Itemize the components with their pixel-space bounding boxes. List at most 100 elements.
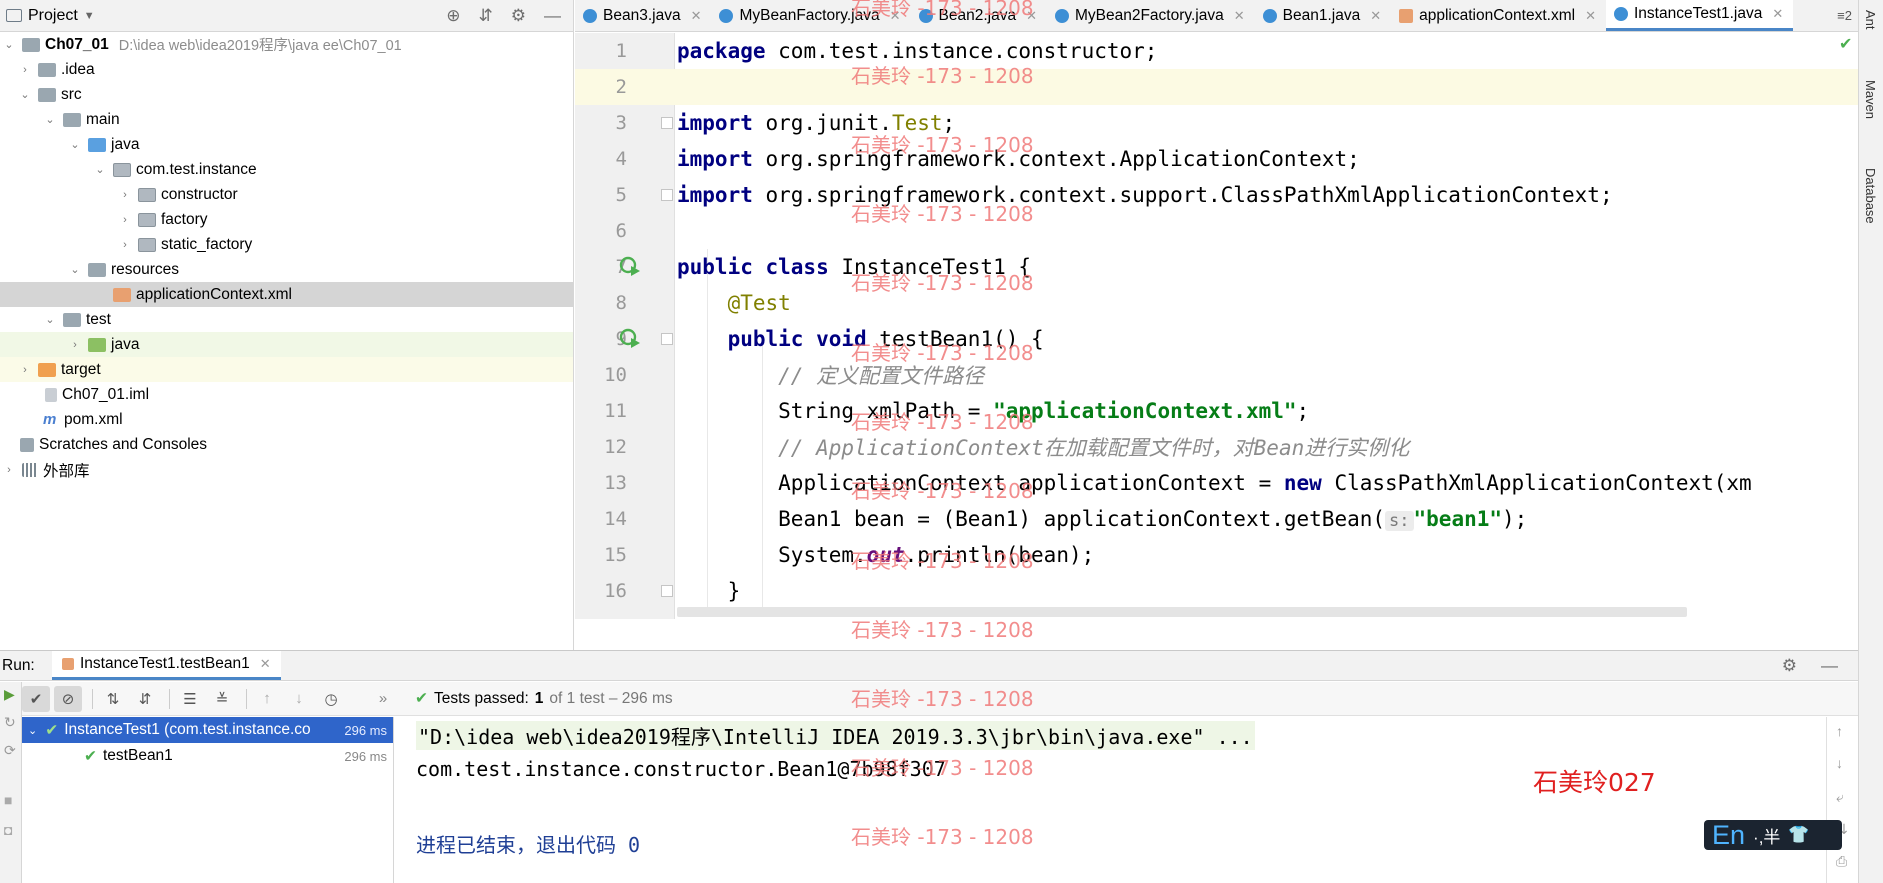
tool-window-database[interactable]: Database xyxy=(1863,168,1878,224)
horizontal-scrollbar[interactable] xyxy=(677,607,1687,617)
more-actions-icon[interactable]: » xyxy=(369,686,397,712)
tree-item-package-instance[interactable]: ⌄ com.test.instance xyxy=(0,157,573,182)
chevron-down-icon[interactable]: ⌄ xyxy=(28,724,37,737)
fold-marker-icon[interactable] xyxy=(661,189,673,201)
code-line: 5 import org.springframework.context.sup… xyxy=(575,177,1858,213)
tab-applicationcontext-xml[interactable]: applicationContext.xml ✕ xyxy=(1391,0,1606,31)
tab-bean1[interactable]: Bean1.java ✕ xyxy=(1255,0,1391,31)
scroll-up-icon[interactable]: ↑ xyxy=(1836,723,1843,739)
minimize-icon[interactable]: — xyxy=(1821,656,1838,676)
code-editor[interactable]: 1 package com.test.instance.constructor;… xyxy=(575,33,1858,619)
chevron-right-icon[interactable]: › xyxy=(118,239,132,251)
chevron-right-icon[interactable]: › xyxy=(68,339,82,351)
tree-item-resources[interactable]: ⌄ resources xyxy=(0,257,573,282)
run-tab[interactable]: InstanceTest1.testBean1 ✕ xyxy=(52,651,281,680)
tabs-overflow-button[interactable]: ≡2 xyxy=(1831,0,1858,31)
line-number: 10 xyxy=(604,364,627,386)
chevron-right-icon[interactable]: › xyxy=(18,64,32,76)
test-folder-icon xyxy=(88,337,106,352)
tree-item-idea[interactable]: › .idea xyxy=(0,57,573,82)
tree-item-external-libraries[interactable]: › 外部库 xyxy=(0,457,573,482)
tree-item-applicationcontext-xml[interactable]: applicationContext.xml xyxy=(0,282,573,307)
chevron-down-icon[interactable]: ⌄ xyxy=(93,163,107,176)
expand-all-icon[interactable]: ☰ xyxy=(176,686,204,712)
tree-item-pom[interactable]: m pom.xml xyxy=(0,407,573,432)
locate-icon[interactable]: ⊕ xyxy=(446,6,460,26)
next-test-icon[interactable]: ↓ xyxy=(285,686,313,712)
toggle-auto-test-icon[interactable]: ⟳ xyxy=(4,742,16,759)
chevron-right-icon[interactable]: › xyxy=(18,364,32,376)
sort-duration-icon[interactable]: ⇵ xyxy=(131,686,159,712)
tool-window-ant[interactable]: Ant xyxy=(1863,10,1878,30)
tab-bean3[interactable]: Bean3.java ✕ xyxy=(575,0,711,31)
tree-item-src[interactable]: ⌄ src xyxy=(0,82,573,107)
tab-mybean2factory[interactable]: MyBean2Factory.java ✕ xyxy=(1047,0,1255,31)
status-count: 1 xyxy=(534,689,544,707)
minimize-icon[interactable]: — xyxy=(544,6,561,26)
stop-icon[interactable]: ■ xyxy=(4,792,12,808)
chevron-right-icon[interactable]: › xyxy=(118,189,132,201)
toolbar-separator xyxy=(92,688,93,709)
previous-test-icon[interactable]: ↑ xyxy=(253,686,281,712)
tool-window-maven[interactable]: Maven xyxy=(1863,80,1878,119)
chevron-down-icon[interactable]: ⌄ xyxy=(43,313,57,326)
console-output[interactable]: "D:\idea web\idea2019程序\IntelliJ IDEA 20… xyxy=(396,717,1826,883)
soft-wrap-icon[interactable]: ⤶ xyxy=(1836,789,1844,806)
ime-indicator[interactable]: En ·,半 👕 xyxy=(1704,820,1842,850)
print-icon[interactable]: ⎙ xyxy=(1836,853,1847,870)
show-ignored-icon[interactable]: ⊘ xyxy=(54,685,82,712)
test-history-icon[interactable]: ◷ xyxy=(317,686,345,712)
tree-item-main[interactable]: ⌄ main xyxy=(0,107,573,132)
tree-item-java-main[interactable]: ⌄ java xyxy=(0,132,573,157)
chevron-down-icon[interactable]: ⌄ xyxy=(18,88,32,101)
gear-icon[interactable]: ⚙ xyxy=(511,6,526,26)
collapse-all-icon[interactable]: ≚ xyxy=(208,686,236,712)
close-icon[interactable]: ✕ xyxy=(1772,6,1783,22)
fold-marker-icon[interactable] xyxy=(661,117,673,129)
chevron-right-icon[interactable]: › xyxy=(118,214,132,226)
close-icon[interactable]: ✕ xyxy=(1370,8,1381,24)
tab-instancetest1[interactable]: InstanceTest1.java ✕ xyxy=(1605,0,1794,31)
tree-item-test[interactable]: ⌄ test xyxy=(0,307,573,332)
chevron-down-icon[interactable]: ⌄ xyxy=(68,263,82,276)
tree-item-ch07-01[interactable]: ⌄ Ch07_01 D:\idea web\idea2019程序\java ee… xyxy=(0,32,573,57)
tree-item-scratches[interactable]: Scratches and Consoles xyxy=(0,432,573,457)
tree-item-constructor[interactable]: › constructor xyxy=(0,182,573,207)
close-icon[interactable]: ✕ xyxy=(1585,8,1596,24)
tree-item-java-test[interactable]: › java xyxy=(0,332,573,357)
code-line: 13 ApplicationContext applicationContext… xyxy=(575,465,1858,501)
test-suite-row[interactable]: ⌄ ✔ InstanceTest1 (com.test.instance.co … xyxy=(22,717,393,743)
close-icon[interactable]: ✕ xyxy=(691,8,702,24)
fold-marker-icon[interactable] xyxy=(661,585,673,597)
code-text: Bean1 bean = (Bean1) applicationContext.… xyxy=(778,507,1528,531)
gear-icon[interactable]: ⚙ xyxy=(1782,656,1797,676)
chevron-down-icon[interactable]: ⌄ xyxy=(68,138,82,151)
tree-item-iml[interactable]: Ch07_01.iml xyxy=(0,382,573,407)
chevron-down-icon[interactable]: ⌄ xyxy=(2,38,16,51)
tree-item-label: constructor xyxy=(161,185,238,203)
rerun-icon[interactable]: ▶ xyxy=(4,686,15,703)
right-tool-strip: Ant Maven Database xyxy=(1858,0,1883,883)
camera-icon[interactable]: ◘ xyxy=(4,822,12,838)
inspection-ok-icon[interactable]: ✔ xyxy=(1839,34,1852,54)
watermark: 石美玲 -173 - 1208 xyxy=(851,271,1034,295)
chevron-down-icon[interactable]: ⌄ xyxy=(43,113,57,126)
project-view-selector[interactable]: Project ▼ xyxy=(6,7,95,25)
fold-marker-icon[interactable] xyxy=(661,333,673,345)
tree-item-target[interactable]: › target xyxy=(0,357,573,382)
tree-item-factory[interactable]: › factory xyxy=(0,207,573,232)
tree-item-static-factory[interactable]: › static_factory xyxy=(0,232,573,257)
collapse-all-icon[interactable]: ⇵ xyxy=(479,6,493,26)
close-icon[interactable]: ✕ xyxy=(260,656,271,672)
chevron-right-icon[interactable]: › xyxy=(2,464,16,476)
sort-alpha-icon[interactable]: ⇅ xyxy=(99,686,127,712)
watermark: 石美玲 -173 - 1208 xyxy=(851,0,1034,20)
show-passed-icon[interactable]: ✔ xyxy=(22,685,50,712)
scroll-down-icon[interactable]: ↓ xyxy=(1836,755,1843,771)
close-icon[interactable]: ✕ xyxy=(1234,8,1245,24)
test-case-row[interactable]: ✔ testBean1 296 ms xyxy=(22,743,393,769)
tests-status: ✔ Tests passed: 1 of 1 test – 296 ms xyxy=(415,689,673,708)
run-test-gutter-icon[interactable] xyxy=(619,256,641,278)
run-test-gutter-icon[interactable] xyxy=(619,328,641,350)
rerun-failed-icon[interactable]: ↻ xyxy=(4,714,16,731)
